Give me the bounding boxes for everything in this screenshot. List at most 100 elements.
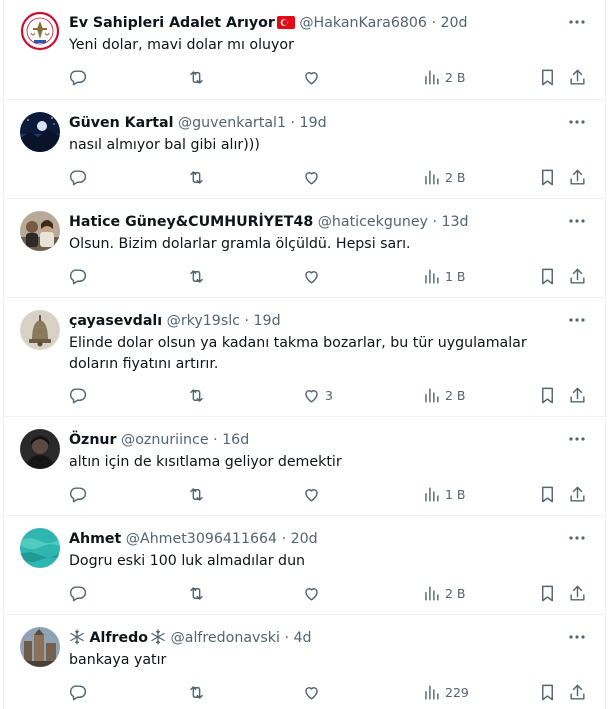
share-icon xyxy=(568,683,587,702)
views-count: 2 B xyxy=(445,585,466,601)
display-name[interactable]: çayasevdalı xyxy=(69,313,162,329)
more-options-icon[interactable] xyxy=(567,310,587,330)
views-icon xyxy=(422,584,441,603)
like-button[interactable] xyxy=(302,484,325,504)
reply-button[interactable] xyxy=(68,67,87,87)
timestamp[interactable]: 19d xyxy=(254,313,281,329)
views-icon xyxy=(422,68,441,87)
timestamp[interactable]: 20d xyxy=(291,531,318,547)
display-name[interactable]: Öznur xyxy=(69,432,117,448)
bookmark-icon xyxy=(538,584,557,603)
display-name[interactable]: Hatice Güney&CUMHURİYET48 xyxy=(69,214,313,230)
tweet[interactable]: Ev Sahipleri Adalet Arıyor @HakanKara680… xyxy=(4,0,605,100)
reply-button[interactable] xyxy=(68,583,87,603)
display-name[interactable]: Güven Kartal xyxy=(69,115,173,131)
share-button[interactable] xyxy=(568,682,587,702)
share-button[interactable] xyxy=(568,583,587,603)
reply-button[interactable] xyxy=(68,266,87,286)
timeline-right-border xyxy=(605,0,606,709)
user-handle[interactable]: @alfredonavski xyxy=(171,630,280,646)
reply-button[interactable] xyxy=(68,682,87,702)
retweet-icon xyxy=(187,68,206,87)
bookmark-button[interactable] xyxy=(538,682,557,702)
views-button[interactable]: 2 B xyxy=(422,167,466,187)
views-button[interactable]: 1 B xyxy=(422,484,466,504)
user-handle[interactable]: @HakanKara6806 xyxy=(299,15,427,31)
user-handle[interactable]: @oznuriince xyxy=(121,432,209,448)
like-button[interactable]: 3 xyxy=(302,385,333,405)
tweet[interactable]: Alfredo @alfredonavski · 4d bankaya yatı… xyxy=(4,615,605,709)
share-icon xyxy=(568,168,587,187)
reply-icon xyxy=(68,68,87,87)
tweet[interactable]: Güven Kartal @guvenkartal1 · 19d nasıl a… xyxy=(4,100,605,199)
views-button[interactable]: 2 B xyxy=(422,385,466,405)
more-options-icon[interactable] xyxy=(567,429,587,449)
avatar[interactable] xyxy=(20,211,60,251)
user-handle[interactable]: @guvenkartal1 xyxy=(178,115,286,131)
avatar[interactable] xyxy=(20,112,60,152)
display-name[interactable]: Ev Sahipleri Adalet Arıyor xyxy=(69,15,275,31)
views-button[interactable]: 2 B xyxy=(422,67,466,87)
retweet-button[interactable] xyxy=(187,385,206,405)
reply-button[interactable] xyxy=(68,484,87,504)
display-name[interactable]: Ahmet xyxy=(69,531,121,547)
like-button[interactable] xyxy=(302,167,325,187)
tweet-header: Alfredo @alfredonavski · 4d xyxy=(69,628,565,648)
user-handle[interactable]: @Ahmet3096411664 xyxy=(126,531,277,547)
like-button[interactable] xyxy=(302,583,325,603)
user-handle[interactable]: @haticekguney xyxy=(318,214,428,230)
avatar[interactable] xyxy=(20,429,60,469)
retweet-button[interactable] xyxy=(187,583,206,603)
bookmark-button[interactable] xyxy=(538,167,557,187)
bookmark-button[interactable] xyxy=(538,266,557,286)
reply-button[interactable] xyxy=(68,385,87,405)
views-button[interactable]: 1 B xyxy=(422,266,466,286)
avatar[interactable] xyxy=(20,310,60,350)
like-button[interactable] xyxy=(302,682,325,702)
tweet-actions: 1 B xyxy=(4,266,605,286)
avatar[interactable] xyxy=(20,627,60,667)
more-options-icon[interactable] xyxy=(567,112,587,132)
like-button[interactable] xyxy=(302,67,325,87)
display-name[interactable]: Alfredo xyxy=(90,630,149,646)
bookmark-button[interactable] xyxy=(538,484,557,504)
like-button[interactable] xyxy=(302,266,325,286)
timestamp[interactable]: 19d xyxy=(300,115,327,131)
share-button[interactable] xyxy=(568,167,587,187)
retweet-button[interactable] xyxy=(187,167,206,187)
avatar[interactable] xyxy=(20,528,60,568)
reply-button[interactable] xyxy=(68,167,87,187)
reply-icon xyxy=(68,168,87,187)
tweet[interactable]: Hatice Güney&CUMHURİYET48 @haticekguney … xyxy=(4,199,605,298)
retweet-button[interactable] xyxy=(187,67,206,87)
bookmark-button[interactable] xyxy=(538,385,557,405)
retweet-button[interactable] xyxy=(187,682,206,702)
reply-icon xyxy=(68,267,87,286)
tweet-header: çayasevdalı @rky19slc · 19d xyxy=(69,311,565,331)
retweet-button[interactable] xyxy=(187,266,206,286)
share-button[interactable] xyxy=(568,385,587,405)
timestamp[interactable]: 13d xyxy=(442,214,469,230)
timestamp[interactable]: 4d xyxy=(294,630,312,646)
tweet[interactable]: Ahmet @Ahmet3096411664 · 20d Dogru eski … xyxy=(4,516,605,615)
bookmark-button[interactable] xyxy=(538,583,557,603)
share-button[interactable] xyxy=(568,266,587,286)
views-button[interactable]: 2 B xyxy=(422,583,466,603)
avatar[interactable] xyxy=(20,11,60,51)
more-options-icon[interactable] xyxy=(567,627,587,647)
user-handle[interactable]: @rky19slc xyxy=(167,313,240,329)
bookmark-button[interactable] xyxy=(538,67,557,87)
share-icon xyxy=(568,267,587,286)
more-options-icon[interactable] xyxy=(567,12,587,32)
timestamp[interactable]: 20d xyxy=(440,15,467,31)
tweet[interactable]: çayasevdalı @rky19slc · 19d Elinde dolar… xyxy=(4,298,605,417)
views-button[interactable]: 229 xyxy=(422,682,469,702)
bookmark-icon xyxy=(538,485,557,504)
timestamp[interactable]: 16d xyxy=(222,432,249,448)
more-options-icon[interactable] xyxy=(567,528,587,548)
share-button[interactable] xyxy=(568,484,587,504)
tweet[interactable]: Öznur @oznuriince · 16d altın için de kı… xyxy=(4,417,605,516)
share-button[interactable] xyxy=(568,67,587,87)
more-options-icon[interactable] xyxy=(567,211,587,231)
retweet-button[interactable] xyxy=(187,484,206,504)
